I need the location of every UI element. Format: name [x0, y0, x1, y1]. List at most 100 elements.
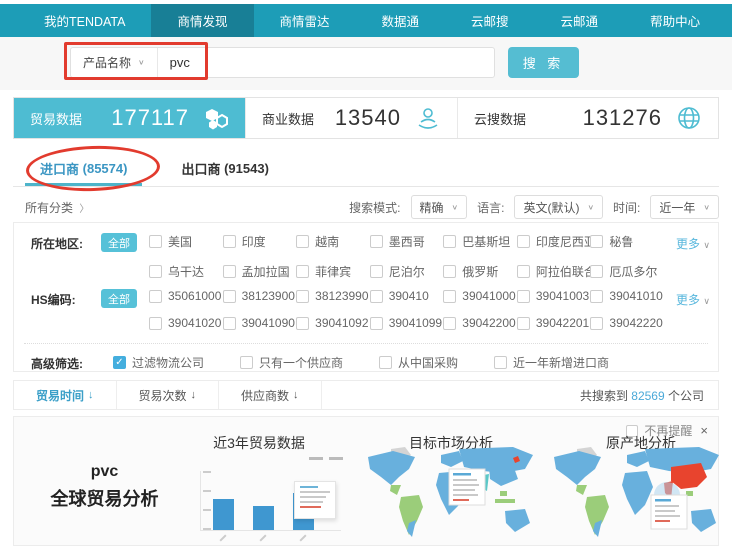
search-mode-label: 搜索模式:: [349, 199, 400, 216]
checkbox-label: 只有一个供应商: [259, 354, 343, 371]
region-checkbox[interactable]: 孟加拉国: [223, 263, 297, 280]
new-importers-checkbox[interactable]: 近一年新增进口商: [494, 354, 609, 371]
result-prefix: 共搜索到: [580, 389, 631, 403]
region-checkbox[interactable]: 墨西哥: [370, 233, 444, 250]
region-checkbox[interactable]: 巴基斯坦: [443, 233, 517, 250]
checkbox-label: 菲律宾: [315, 263, 351, 280]
close-icon[interactable]: ×: [700, 423, 708, 438]
checkbox-icon: [370, 235, 383, 248]
search-mode-select[interactable]: 精确 ∨: [411, 195, 468, 219]
hscode-checkbox[interactable]: 39041003: [517, 289, 591, 303]
checkbox-label: 过滤物流公司: [132, 354, 204, 371]
hscode-checkbox[interactable]: 390410: [370, 289, 444, 303]
hscode-checkbox[interactable]: 39041092: [296, 316, 370, 330]
stat-label: 云搜数据: [474, 109, 526, 128]
y-tick: [203, 490, 211, 492]
nav-item-cloud-mail-pass[interactable]: 云邮通: [535, 4, 625, 37]
hscode-checkbox[interactable]: 39041020: [149, 316, 223, 330]
checkbox-icon: [240, 356, 253, 369]
region-checkbox[interactable]: 乌干达: [149, 263, 223, 280]
checkbox-label: 墨西哥: [389, 233, 425, 250]
origin-world-map: [549, 443, 731, 543]
hscode-more-link[interactable]: 更多 ∨: [664, 289, 710, 308]
sort-label: 贸易时间: [36, 387, 84, 404]
hscode-checkbox[interactable]: 39041090: [223, 316, 297, 330]
language-select[interactable]: 英文(默认) ∨: [514, 195, 603, 219]
search-input[interactable]: [158, 48, 494, 77]
sort-by-trade-time[interactable]: 贸易时间 ↓: [14, 381, 117, 409]
stat-business-data[interactable]: 商业数据 13540: [246, 98, 458, 138]
x-tick: [259, 534, 266, 541]
checkbox-icon: [443, 317, 456, 330]
nav-item-business-discovery[interactable]: 商情发现: [151, 4, 253, 37]
region-checkbox[interactable]: 印度尼西亚: [517, 233, 591, 250]
stat-trade-data[interactable]: 贸易数据 177117: [14, 98, 246, 138]
hscode-checkbox[interactable]: 39041010: [590, 289, 664, 303]
hscode-all-button[interactable]: 全部: [101, 289, 137, 308]
checkbox-label: 39041090: [242, 316, 295, 330]
hscode-checkbox[interactable]: 39042201: [517, 316, 591, 330]
checkbox-icon: [149, 290, 162, 303]
checkbox-icon: [296, 265, 309, 278]
nav-item-business-radar[interactable]: 商情雷达: [254, 4, 356, 37]
hscode-checkbox[interactable]: 39042220: [590, 316, 664, 330]
checkbox-icon: [379, 356, 392, 369]
region-checkbox[interactable]: 菲律宾: [296, 263, 370, 280]
filter-logistics-checkbox[interactable]: ✓过滤物流公司: [113, 354, 204, 371]
tab-exporters[interactable]: 出口商 (91543): [154, 150, 295, 186]
advanced-filter-row: 高级筛选: ✓过滤物流公司 只有一个供应商 从中国采购 近一年新增进口商: [31, 353, 710, 372]
stat-cloud-search-data[interactable]: 云搜数据 131276: [458, 98, 718, 138]
time-select[interactable]: 近一年 ∨: [650, 195, 719, 219]
region-checkbox[interactable]: 阿拉伯联合...: [517, 263, 591, 280]
nav-item-my-tendata[interactable]: 我的TENDATA: [18, 4, 151, 37]
sort-label: 供应商数: [241, 387, 289, 404]
nav-item-cloud-mail-search[interactable]: 云邮搜: [445, 4, 535, 37]
checkbox-label: 越南: [315, 233, 339, 250]
region-checkbox[interactable]: 尼泊尔: [370, 263, 444, 280]
hscode-checkbox[interactable]: 35061000: [149, 289, 223, 303]
region-checkbox[interactable]: 印度: [223, 233, 297, 250]
region-checkbox[interactable]: 越南: [296, 233, 370, 250]
all-categories-label: 所有分类: [25, 201, 73, 215]
checkbox-label: 390410: [389, 289, 429, 303]
sort-by-supplier-count[interactable]: 供应商数 ↓: [219, 381, 322, 409]
search-strip: 产品名称 ∨ 搜 索: [0, 37, 732, 90]
checkbox-label: 38123990: [315, 289, 368, 303]
nav-item-help-center[interactable]: 帮助中心: [624, 4, 726, 37]
checkbox-icon: [590, 235, 603, 248]
tab-count: (91543): [224, 161, 269, 176]
region-checkbox[interactable]: 美国: [149, 233, 223, 250]
all-categories-link[interactable]: 所有分类 〉: [13, 199, 89, 216]
buy-from-china-checkbox[interactable]: 从中国采购: [379, 354, 458, 371]
chevron-down-icon: ∨: [703, 240, 710, 250]
checkbox-icon: [443, 265, 456, 278]
down-arrow-icon: ↓: [88, 389, 94, 401]
single-supplier-checkbox[interactable]: 只有一个供应商: [240, 354, 343, 371]
chevron-down-icon: ∨: [452, 203, 459, 212]
region-more-link[interactable]: 更多 ∨: [664, 233, 710, 252]
hscode-checkbox[interactable]: 39042200: [443, 316, 517, 330]
search-field-select[interactable]: 产品名称 ∨: [71, 48, 158, 77]
region-checkbox[interactable]: 秘鲁: [590, 233, 664, 250]
y-tick: [203, 509, 211, 511]
hscode-checkbox[interactable]: 39041000: [443, 289, 517, 303]
chevron-down-icon: ∨: [703, 296, 710, 306]
molecule-icon: [203, 105, 229, 131]
chevron-down-icon: ∨: [703, 203, 710, 212]
filter-panel: 所在地区: 全部 美国 印度 越南 墨西哥 巴基斯坦 印度尼西亚 秘鲁 乌干达 …: [13, 222, 719, 372]
checkbox-icon: [517, 317, 530, 330]
sort-by-trade-count[interactable]: 贸易次数 ↓: [117, 381, 220, 409]
region-checkbox[interactable]: 厄瓜多尔: [590, 263, 664, 280]
hscode-checkbox[interactable]: 38123990: [296, 289, 370, 303]
checkbox-icon: [370, 290, 383, 303]
hscode-checkbox[interactable]: 39041099: [370, 316, 444, 330]
hscode-filter-row: HS编码: 全部 35061000 38123900 38123990 3904…: [31, 289, 710, 330]
region-all-button[interactable]: 全部: [101, 233, 137, 252]
nav-item-data-pass[interactable]: 数据通: [356, 4, 446, 37]
hscode-checkbox[interactable]: 38123900: [223, 289, 297, 303]
chart-bar: [213, 499, 234, 530]
region-checkbox[interactable]: 俄罗斯: [443, 263, 517, 280]
time-value: 近一年: [659, 199, 695, 216]
search-button[interactable]: 搜 索: [508, 47, 579, 78]
tab-importers[interactable]: 进口商 (85574): [13, 150, 154, 186]
